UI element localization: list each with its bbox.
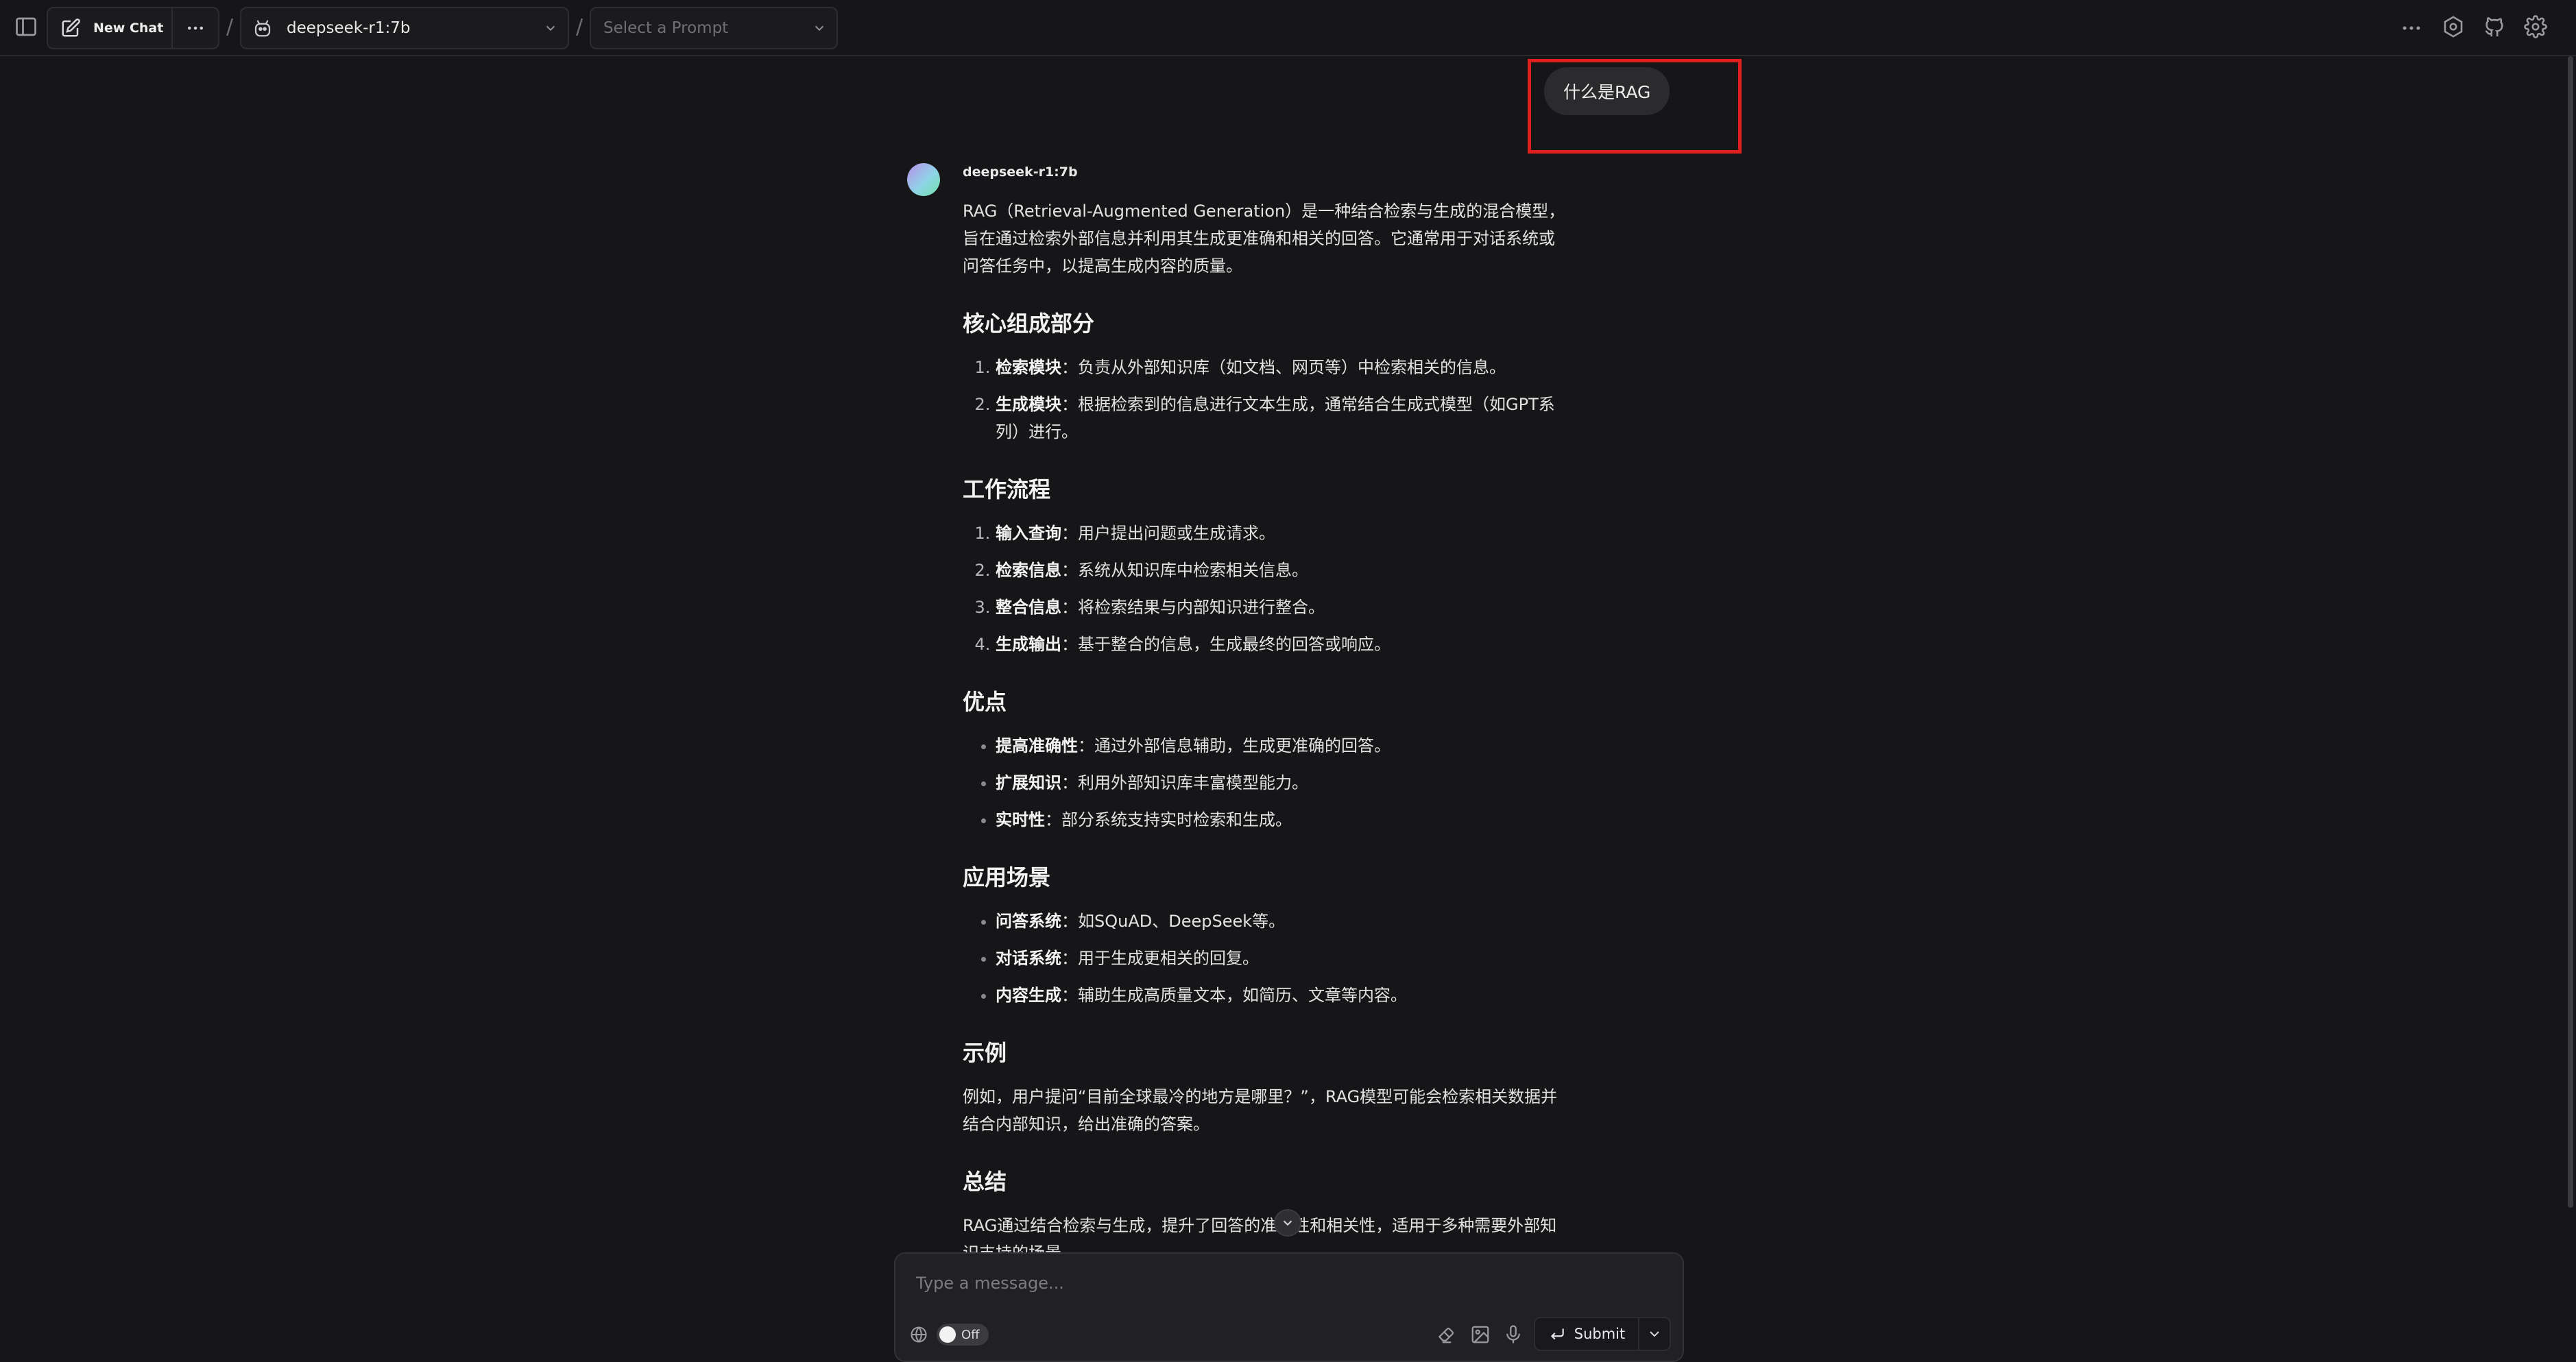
list-item: 内容生成：辅助生成高质量文本，如简历、文章等内容。 [996, 982, 1566, 1009]
section-heading: 核心组成部分 [963, 311, 1095, 337]
model-robot-icon [252, 18, 273, 38]
edit-icon [60, 18, 81, 38]
submit-group: Submit [1534, 1317, 1671, 1351]
list-item: 生成模块：根据检索到的信息进行文本生成，通常结合生成式模型（如GPT系列）进行。 [996, 391, 1566, 446]
model-selector[interactable]: deepseek-r1:7b [240, 7, 569, 49]
eraser-icon[interactable] [1436, 1324, 1457, 1345]
prompt-placeholder: Select a Prompt [603, 19, 729, 37]
bullet-list: 提高准确性：通过外部信息辅助，生成更准确的回答。 扩展知识：利用外部知识库丰富模… [963, 732, 1566, 834]
submit-button[interactable]: Submit [1535, 1318, 1639, 1350]
list-item: 提高准确性：通过外部信息辅助，生成更准确的回答。 [996, 732, 1566, 759]
top-bar: New Chat / deepseek-r1:7b / Select a Pro… [0, 0, 2576, 56]
ordered-list: 输入查询：用户提出问题或生成请求。 检索信息：系统从知识库中检索相关信息。 整合… [963, 520, 1566, 658]
section-heading: 工作流程 [963, 476, 1051, 502]
globe-icon[interactable] [909, 1325, 928, 1344]
answer-intro: RAG（Retrieval-Augmented Generation）是一种结合… [963, 202, 1565, 276]
submit-options-button[interactable] [1639, 1318, 1670, 1350]
list-item: 问答系统：如SQuAD、DeepSeek等。 [996, 908, 1566, 935]
chevron-down-icon [543, 21, 558, 36]
ordered-list: 检索模块：负责从外部知识库（如文档、网页等）中检索相关的信息。 生成模块：根据检… [963, 354, 1566, 446]
list-item: 整合信息：将检索结果与内部知识进行整合。 [996, 594, 1566, 621]
list-item: 扩展知识：利用外部知识库丰富模型能力。 [996, 769, 1566, 796]
sidebar-toggle-icon[interactable] [14, 14, 38, 39]
chevron-down-icon [812, 21, 827, 36]
web-search-toggle[interactable]: Off [937, 1324, 989, 1346]
github-icon[interactable] [2483, 15, 2506, 38]
section-heading: 应用场景 [963, 864, 1051, 890]
summary-text: RAG通过结合检索与生成，提升了回答的准确性和相关性，适用于多种需要外部知识支持… [963, 1216, 1557, 1254]
example-text: 例如，用户提问“目前全球最冷的地方是哪里？”，RAG模型可能会检索相关数据并结合… [963, 1087, 1558, 1134]
section-heading: 优点 [963, 689, 1007, 715]
section-heading: 示例 [963, 1040, 1007, 1066]
enter-icon [1548, 1325, 1566, 1343]
new-chat-label: New Chat [93, 21, 164, 36]
more-options-button[interactable] [173, 8, 218, 48]
message-composer: Off Submit [894, 1252, 1684, 1362]
more-horizontal-icon[interactable] [2400, 16, 2423, 40]
assistant-name: deepseek-r1:7b [963, 165, 1078, 180]
list-item: 生成输出：基于整合的信息，生成最终的回答或响应。 [996, 631, 1566, 658]
list-item: 检索模块：负责从外部知识库（如文档、网页等）中检索相关的信息。 [996, 354, 1566, 381]
bullet-list: 问答系统：如SQuAD、DeepSeek等。 对话系统：用于生成更相关的回复。 … [963, 908, 1566, 1009]
new-chat-button[interactable]: New Chat [47, 7, 219, 49]
breadcrumb-separator: / [576, 15, 583, 39]
list-item: 实时性：部分系统支持实时检索和生成。 [996, 806, 1566, 834]
gear-icon[interactable] [2524, 15, 2547, 38]
assistant-message: RAG（Retrieval-Augmented Generation）是一种结合… [963, 197, 1566, 1254]
chevron-down-icon [1646, 1326, 1663, 1342]
more-horizontal-icon [185, 18, 206, 38]
highlight-box [1528, 59, 1742, 154]
microphone-icon[interactable] [1503, 1324, 1524, 1345]
list-item: 对话系统：用于生成更相关的回复。 [996, 945, 1566, 972]
list-item: 输入查询：用户提出问题或生成请求。 [996, 520, 1566, 547]
chevron-down-icon [1280, 1215, 1295, 1230]
list-item: 检索信息：系统从知识库中检索相关信息。 [996, 557, 1566, 584]
scrollbar[interactable] [2568, 56, 2573, 1208]
submit-label: Submit [1574, 1326, 1626, 1342]
model-name: deepseek-r1:7b [287, 19, 411, 37]
breadcrumb-separator: / [226, 15, 234, 39]
scroll-to-bottom-button[interactable] [1274, 1209, 1301, 1237]
assistant-avatar [907, 163, 940, 196]
hexagon-settings-icon[interactable] [2442, 15, 2465, 38]
toggle-knob [939, 1326, 956, 1343]
section-heading: 总结 [963, 1169, 1007, 1195]
toggle-label: Off [961, 1327, 980, 1342]
prompt-selector[interactable]: Select a Prompt [590, 7, 838, 49]
message-input[interactable] [915, 1269, 1658, 1298]
image-icon[interactable] [1470, 1324, 1491, 1345]
